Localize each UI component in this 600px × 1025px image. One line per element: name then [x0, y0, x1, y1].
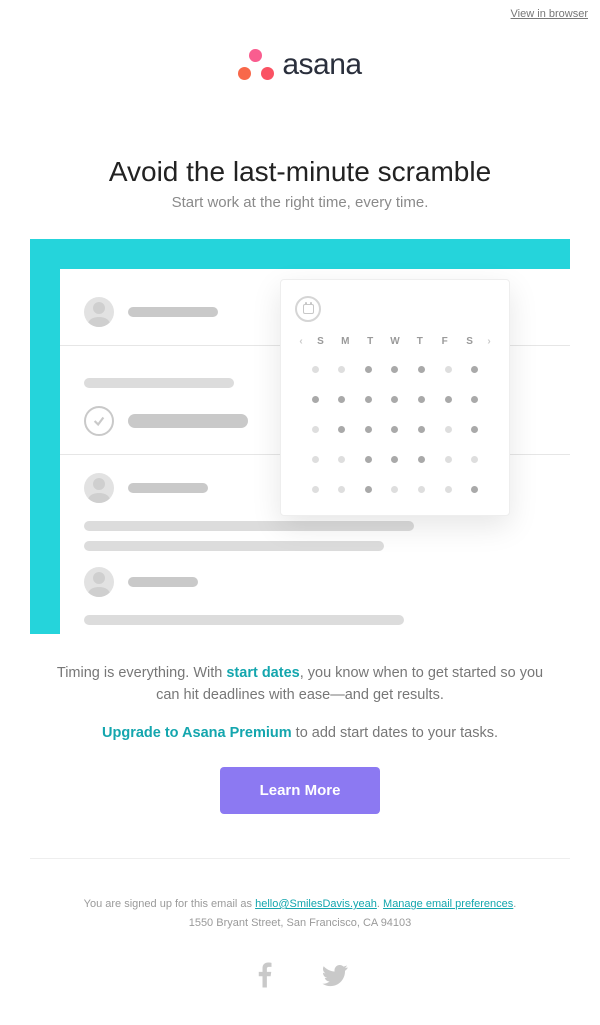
calendar-day-dot [338, 426, 345, 433]
footer-email-link[interactable]: hello@SmilesDavis.yeah [255, 898, 377, 910]
calendar-day-dot [338, 486, 345, 493]
calendar-day-dot [391, 396, 398, 403]
calendar-popover: ‹ S M T W T F S › [280, 279, 510, 516]
calendar-day-dot [418, 456, 425, 463]
brand-logo: asana [238, 48, 361, 82]
calendar-day-dot [471, 486, 478, 493]
calendar-day-dot [445, 366, 452, 373]
calendar-icon [295, 296, 321, 322]
headline: Avoid the last-minute scramble [0, 96, 600, 194]
body-paragraph-2: Upgrade to Asana Premium to add start da… [0, 707, 600, 741]
calendar-day-dot [391, 456, 398, 463]
calendar-day-dot [391, 426, 398, 433]
brand-name: asana [282, 48, 361, 82]
calendar-day-dot [418, 366, 425, 373]
calendar-day-dot [445, 456, 452, 463]
calendar-day-dot [312, 456, 319, 463]
calendar-day-dot [338, 396, 345, 403]
calendar-day-dot [471, 366, 478, 373]
calendar-day-dot [338, 366, 345, 373]
learn-more-button[interactable]: Learn More [220, 767, 381, 814]
subheadline: Start work at the right time, every time… [0, 194, 600, 239]
calendar-day-dot [445, 396, 452, 403]
view-in-browser-link[interactable]: View in browser [511, 8, 588, 20]
calendar-day-dot [312, 426, 319, 433]
calendar-day-dot [418, 426, 425, 433]
calendar-day-dot [312, 396, 319, 403]
calendar-day-dot [365, 456, 372, 463]
calendar-day-dot [365, 426, 372, 433]
avatar-icon [84, 567, 114, 597]
twitter-icon[interactable] [320, 960, 350, 995]
calendar-day-dot [418, 486, 425, 493]
avatar-icon [84, 473, 114, 503]
task-row [60, 567, 570, 611]
task-list-panel: ‹ S M T W T F S › [60, 269, 570, 634]
calendar-day-header: ‹ S M T W T F S › [295, 336, 495, 347]
manage-preferences-link[interactable]: Manage email preferences [383, 898, 513, 910]
body-paragraph-1: Timing is everything. With start dates, … [0, 634, 600, 707]
calendar-day-dot [312, 486, 319, 493]
calendar-day-dot [445, 426, 452, 433]
calendar-day-dot [418, 396, 425, 403]
calendar-day-dot [365, 366, 372, 373]
hero-illustration: ‹ S M T W T F S › [30, 239, 570, 634]
calendar-day-dot [365, 396, 372, 403]
calendar-day-dot [445, 486, 452, 493]
check-circle-icon [84, 406, 114, 436]
calendar-day-dot [471, 396, 478, 403]
calendar-day-dot [391, 366, 398, 373]
avatar-icon [84, 297, 114, 327]
footer: You are signed up for this email as hell… [0, 859, 600, 942]
calendar-grid [295, 357, 495, 501]
calendar-day-dot [391, 486, 398, 493]
calendar-prev-icon: ‹ [295, 336, 307, 347]
calendar-day-dot [365, 486, 372, 493]
calendar-day-dot [312, 366, 319, 373]
calendar-day-dot [338, 456, 345, 463]
calendar-day-dot [471, 426, 478, 433]
calendar-next-icon: › [483, 336, 495, 347]
calendar-day-dot [471, 456, 478, 463]
facebook-icon[interactable] [250, 960, 280, 995]
asana-logo-icon [238, 49, 274, 81]
footer-address: 1550 Bryant Street, San Francisco, CA 94… [40, 914, 560, 933]
